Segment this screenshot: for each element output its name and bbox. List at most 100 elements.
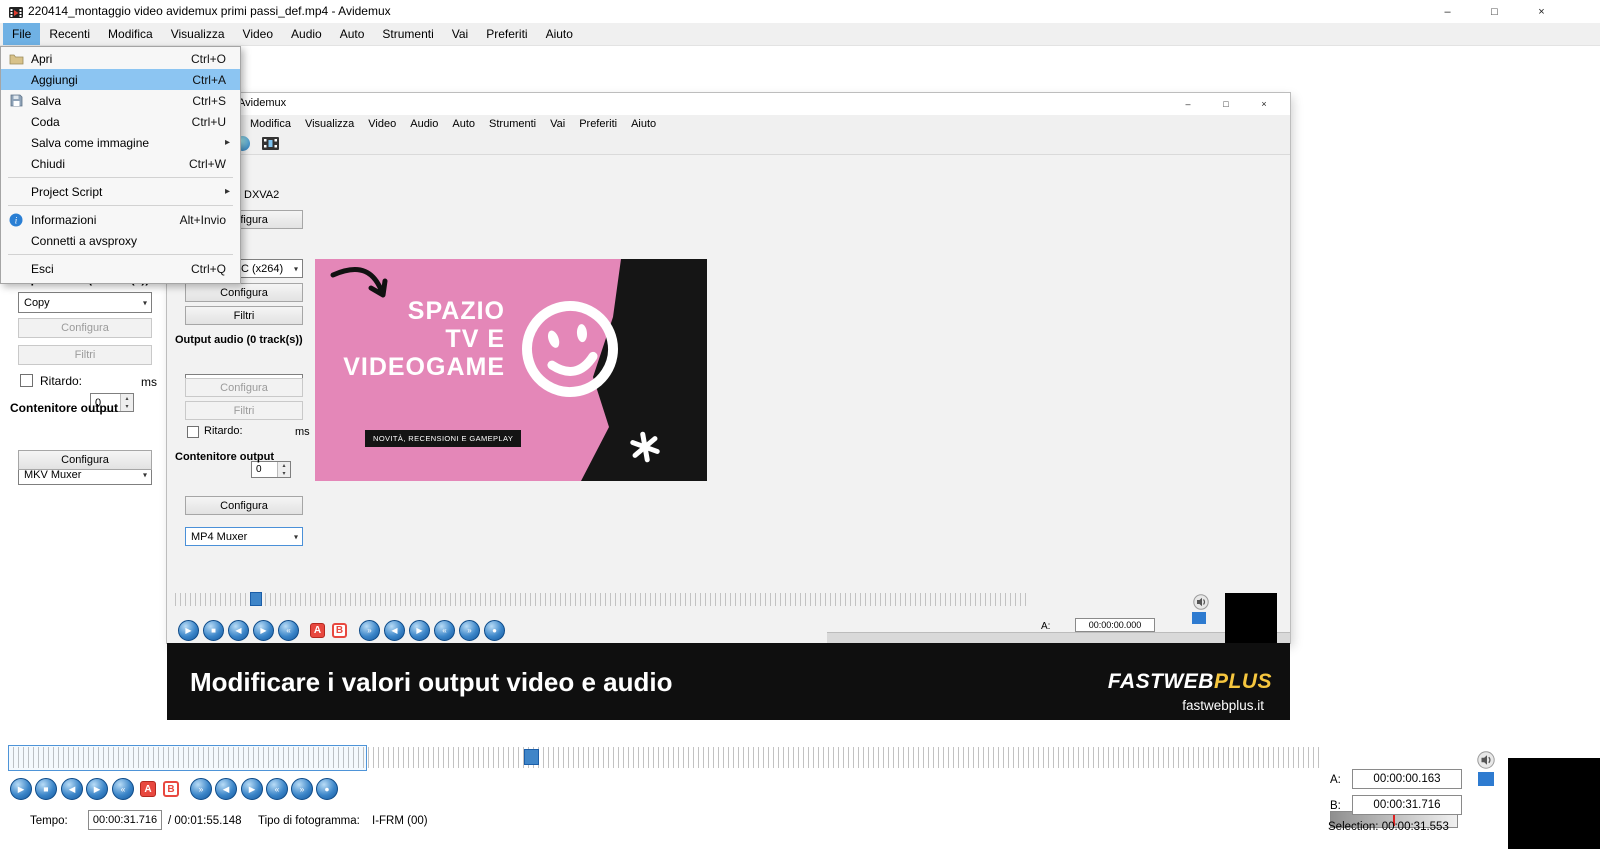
menu-item-coda[interactable]: Coda Ctrl+U: [1, 111, 240, 132]
inner-menu-audio: Audio: [403, 115, 445, 133]
next-frame-button[interactable]: ▶: [86, 778, 108, 800]
open-file-icon: [1, 52, 31, 65]
brand-logo: FASTWEBPLUS: [1108, 670, 1272, 694]
marker-b-button[interactable]: B: [163, 781, 179, 797]
timeline-marker[interactable]: [524, 749, 539, 765]
inner-prev-keyframe-icon: «: [278, 620, 299, 641]
inner-audio-configura-button: Configura: [185, 378, 303, 397]
inner-ritardo-spinner: ▴ ▾: [277, 462, 290, 477]
close-button[interactable]: ×: [1518, 0, 1565, 23]
preview-box: [1508, 758, 1600, 849]
inner-marker-b-icon: B: [332, 623, 347, 638]
inner-muxer-select: MP4 Muxer ▾: [185, 527, 303, 546]
menu-auto[interactable]: Auto: [331, 23, 374, 45]
prev-keyframe-button[interactable]: «: [112, 778, 134, 800]
inner-menu-strumenti: Strumenti: [482, 115, 543, 133]
menu-preferiti[interactable]: Preferiti: [477, 23, 536, 45]
back-button[interactable]: «: [266, 778, 288, 800]
ritardo-spinner[interactable]: ▴ ▾: [120, 394, 133, 411]
inner-toolbar: [167, 133, 1290, 155]
menu-item-project-script[interactable]: Project Script ▸: [1, 181, 240, 202]
menu-item-shortcut: Ctrl+Q: [191, 262, 240, 276]
menu-item-esci[interactable]: Esci Ctrl+Q: [1, 258, 240, 279]
spin-down-icon[interactable]: ▾: [121, 403, 133, 412]
stop-button[interactable]: ■: [35, 778, 57, 800]
brand-fastweb: FASTWEB: [1108, 670, 1214, 693]
forward-button[interactable]: »: [291, 778, 313, 800]
menu-item-aggiungi[interactable]: Aggiungi Ctrl+A: [1, 69, 240, 90]
prev-frame-button[interactable]: ◀: [61, 778, 83, 800]
muxer-configura-button[interactable]: Configura: [18, 450, 152, 470]
menu-item-apri[interactable]: Apri Ctrl+O: [1, 48, 240, 69]
menu-separator: [8, 205, 233, 206]
brand-site: fastwebplus.it: [1182, 698, 1264, 713]
menu-item-shortcut: Ctrl+A: [192, 73, 240, 87]
next-cut-button[interactable]: ▶: [241, 778, 263, 800]
menu-item-label: Aggiungi: [31, 73, 192, 87]
menu-item-salva-come-immagine[interactable]: Salva come immagine ▸: [1, 132, 240, 153]
audio-filtri-button: Filtri: [18, 345, 152, 365]
inner-window-title: Avidemux: [238, 97, 286, 109]
inner-muxer-configura-button: Configura: [185, 496, 303, 515]
video-caption-band: Modificare i valori output video e audio…: [167, 643, 1290, 720]
menu-aiuto[interactable]: Aiuto: [537, 23, 582, 45]
marker-a-button[interactable]: A: [140, 781, 156, 797]
inner-stop-icon: ■: [203, 620, 224, 641]
b-label: B:: [1330, 800, 1341, 812]
inner-speaker-icon: [1193, 594, 1209, 610]
inner-maximize-icon: □: [1208, 93, 1244, 115]
menu-item-connetti-avsproxy[interactable]: Connetti a avsproxy: [1, 230, 240, 251]
ritardo-checkbox[interactable]: [20, 374, 33, 387]
inner-menu-vai: Vai: [543, 115, 572, 133]
title-bar: 220414_montaggio video avidemux primi pa…: [0, 0, 1600, 23]
b-timebox: 00:00:31.716: [1352, 795, 1462, 815]
audio-codec-select[interactable]: Copy ▾: [18, 292, 152, 313]
menu-item-informazioni[interactable]: i Informazioni Alt+Invio: [1, 209, 240, 230]
inner-menu-aiuto: Aiuto: [624, 115, 663, 133]
menu-recenti[interactable]: Recenti: [40, 23, 99, 45]
inner-ritardo-checkbox: [187, 426, 199, 438]
menu-audio[interactable]: Audio: [282, 23, 331, 45]
menu-item-chiudi[interactable]: Chiudi Ctrl+W: [1, 153, 240, 174]
menu-vai[interactable]: Vai: [443, 23, 477, 45]
inner-menu-auto: Auto: [445, 115, 482, 133]
inner-next-frame-icon: ▶: [253, 620, 274, 641]
inner-preview-box: [1225, 593, 1277, 643]
minimize-button[interactable]: –: [1424, 0, 1471, 23]
maximize-button[interactable]: □: [1471, 0, 1518, 23]
menu-strumenti[interactable]: Strumenti: [373, 23, 442, 45]
container-output-header: Contenitore output: [10, 401, 118, 415]
inner-menu-preferiti: Preferiti: [572, 115, 624, 133]
inner-decoder-value: DXVA2: [244, 189, 279, 201]
menu-separator: [8, 177, 233, 178]
speaker-icon[interactable]: [1477, 751, 1495, 769]
info-icon: i: [1, 213, 31, 227]
menu-file[interactable]: File: [3, 23, 40, 45]
selection-region[interactable]: [8, 745, 367, 771]
menu-visualizza[interactable]: Visualizza: [162, 23, 234, 45]
thumbnail-title-line2: TV E: [343, 325, 505, 353]
inner-ms-label: ms: [295, 426, 310, 438]
inner-next-keyframe-icon: »: [359, 620, 380, 641]
tempo-input[interactable]: 00:00:31.716: [88, 810, 162, 830]
inner-prev-frame-icon: ◀: [228, 620, 249, 641]
play-button[interactable]: ▶: [10, 778, 32, 800]
menu-video[interactable]: Video: [234, 23, 282, 45]
inner-ritardo-label: Ritardo:: [204, 425, 243, 437]
file-menu: Apri Ctrl+O Aggiungi Ctrl+A Salva Ctrl+S…: [0, 46, 241, 284]
prev-cut-button[interactable]: ◀: [215, 778, 237, 800]
spin-down-icon: ▾: [278, 470, 290, 478]
chevron-down-icon: ▾: [143, 470, 147, 479]
inner-container-output-header: Contenitore output: [175, 451, 274, 463]
menu-item-label: Chiudi: [31, 157, 189, 171]
spin-up-icon[interactable]: ▴: [121, 394, 133, 403]
inner-marker-a-icon: A: [310, 623, 325, 638]
goto-button[interactable]: ●: [316, 778, 338, 800]
menu-item-salva[interactable]: Salva Ctrl+S: [1, 90, 240, 111]
chevron-down-icon: ▾: [143, 298, 147, 307]
menu-modifica[interactable]: Modifica: [99, 23, 162, 45]
inner-video-filtri-button: Filtri: [185, 306, 303, 325]
next-keyframe-button[interactable]: »: [190, 778, 212, 800]
a-label: A:: [1330, 774, 1341, 786]
a-timebox: 00:00:00.163: [1352, 769, 1462, 789]
